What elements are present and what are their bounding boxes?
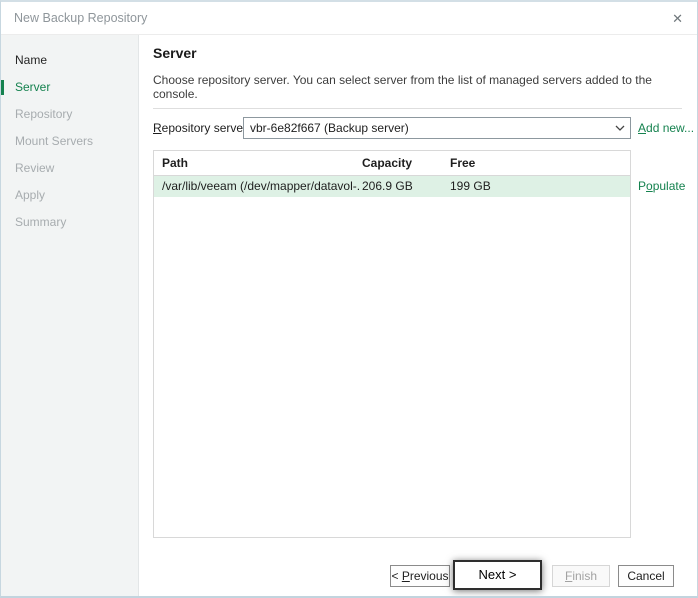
column-header-capacity: Capacity (362, 151, 448, 176)
finish-button: Finish (552, 565, 610, 587)
next-button[interactable]: Next > (453, 560, 542, 590)
repository-paths-table: Path Capacity Free /var/lib/veeam (/dev/… (153, 150, 631, 538)
window-title: New Backup Repository (1, 11, 147, 25)
page-title: Server (153, 45, 197, 61)
cell-free: 199 GB (450, 176, 550, 197)
column-header-path: Path (162, 151, 360, 176)
cell-path: /var/lib/veeam (/dev/mapper/datavol-... (162, 176, 360, 197)
repository-server-select[interactable]: vbr-6e82f667 (Backup server) (243, 117, 631, 139)
header-divider (153, 108, 682, 109)
wizard-content: Server Choose repository server. You can… (140, 35, 697, 596)
sidebar-item-name: Name (1, 47, 138, 74)
previous-button[interactable]: < Previous (390, 565, 450, 587)
chevron-down-icon[interactable] (610, 125, 630, 131)
close-icon[interactable]: ✕ (672, 12, 683, 25)
cancel-button[interactable]: Cancel (618, 565, 674, 587)
wizard-steps-sidebar: Name Server Repository Mount Servers Rev… (1, 35, 139, 596)
populate-link[interactable]: Populate (638, 178, 685, 194)
title-bar: New Backup Repository ✕ (1, 2, 697, 35)
sidebar-item-repository: Repository (1, 101, 138, 128)
sidebar-item-server: Server (1, 74, 138, 101)
repository-server-value: vbr-6e82f667 (Backup server) (244, 121, 610, 135)
sidebar-item-summary: Summary (1, 209, 138, 236)
sidebar-item-apply: Apply (1, 182, 138, 209)
cell-capacity: 206.9 GB (362, 176, 448, 197)
page-description: Choose repository server. You can select… (153, 73, 697, 101)
table-row[interactable]: /var/lib/veeam (/dev/mapper/datavol-... … (154, 176, 630, 197)
column-header-free: Free (450, 151, 550, 176)
sidebar-item-review: Review (1, 155, 138, 182)
table-header-row: Path Capacity Free (154, 151, 630, 176)
sidebar-item-mount-servers: Mount Servers (1, 128, 138, 155)
new-backup-repository-dialog: New Backup Repository ✕ Name Server Repo… (0, 0, 698, 598)
repository-server-label: Repository server: (153, 117, 250, 139)
add-new-link[interactable]: Add new... (638, 117, 694, 139)
